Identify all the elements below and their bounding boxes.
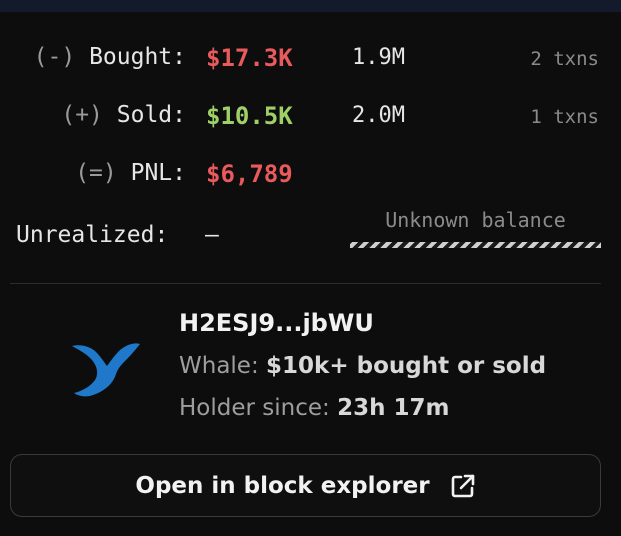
- sold-sign: (+): [61, 102, 103, 128]
- pnl-row: (=) PNL: $6,789: [0, 160, 621, 200]
- sold-amount: $10.5K: [206, 102, 293, 130]
- unrealized-value: —: [205, 222, 219, 248]
- unrealized-row: Unrealized: — Unknown balance: [0, 208, 621, 262]
- sold-label: Sold:: [116, 102, 186, 128]
- section-divider: [10, 283, 601, 284]
- bought-txns: 2 txns: [530, 48, 599, 70]
- bought-row: (-) Bought: $17.3K 1.9M 2 txns: [0, 44, 621, 84]
- holder-since-label: Holder since:: [179, 395, 330, 421]
- bought-amount: $17.3K: [206, 44, 293, 72]
- whale-tier-line: Whale: $10k+ bought or sold: [179, 353, 546, 379]
- open-block-explorer-button[interactable]: Open in block explorer: [10, 454, 601, 517]
- wallet-address[interactable]: H2ESJ9...jbWU: [179, 309, 374, 337]
- unknown-balance-note: Unknown balance: [385, 208, 566, 232]
- unknown-balance-hatch: [350, 242, 601, 248]
- sold-txns: 1 txns: [530, 106, 599, 128]
- external-link-icon: [451, 474, 474, 497]
- pnl-label: PNL:: [130, 160, 186, 186]
- unrealized-label: Unrealized:: [16, 222, 169, 248]
- bought-sign: (-): [33, 44, 76, 70]
- bought-label: Bought:: [89, 44, 186, 70]
- open-block-explorer-label: Open in block explorer: [135, 472, 430, 499]
- pnl-stats: (-) Bought: $17.3K 1.9M 2 txns (+) Sold:…: [0, 12, 621, 282]
- top-strip: [0, 0, 621, 12]
- sold-tokens: 2.0M: [352, 103, 405, 128]
- holder-since-line: Holder since: 23h 17m: [179, 395, 449, 421]
- holder-since-value: 23h 17m: [337, 395, 450, 421]
- whale-icon: [72, 343, 140, 397]
- whale-tier-label: Whale:: [179, 353, 259, 379]
- sold-row: (+) Sold: $10.5K 2.0M 1 txns: [0, 102, 621, 142]
- whale-tier-value: $10k+ bought or sold: [266, 353, 547, 379]
- pnl-sign: (=): [75, 160, 117, 186]
- pnl-amount: $6,789: [206, 160, 293, 188]
- bought-tokens: 1.9M: [352, 45, 405, 70]
